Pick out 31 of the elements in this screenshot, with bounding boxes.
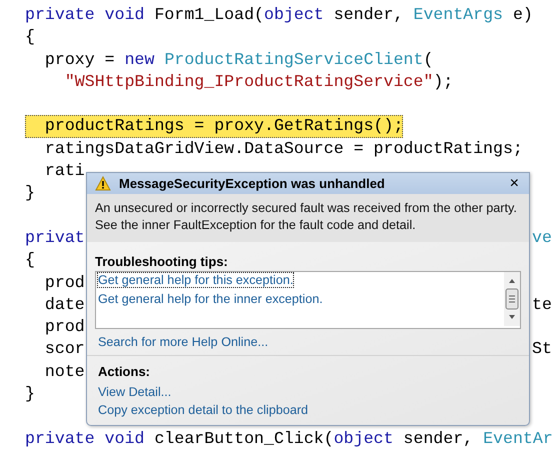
- code-line: proxy = new ProductRatingServiceClient(: [44, 48, 434, 71]
- action-link[interactable]: View Detail...: [98, 385, 172, 399]
- code-fragment: te: [532, 294, 552, 316]
- code-line: {: [25, 26, 35, 48]
- code-line: privat: [25, 226, 85, 249]
- close-button[interactable]: ×: [508, 174, 521, 192]
- code-line: {: [25, 249, 35, 272]
- search-help-link[interactable]: Search for more Help Online...: [98, 335, 268, 349]
- code-line: "WSHttpBinding_IProductRatingService");: [64, 70, 454, 93]
- scrollbar-drawing: [504, 272, 520, 326]
- action-link[interactable]: Copy exception detail to the clipboard: [98, 403, 308, 417]
- warning-icon: [95, 176, 111, 191]
- code-line: date: [44, 294, 85, 316]
- help-link[interactable]: Get general help for this exception.: [98, 273, 294, 287]
- exception-message: An unsecured or incorrectly secured fault was received from the other party. See the inner FaultException for the fault code and detail.: [95, 200, 518, 234]
- code-fragment: ve: [532, 226, 552, 249]
- help-link[interactable]: Get general help for the inner exception.: [98, 292, 323, 306]
- code-line: rati: [44, 160, 85, 182]
- code-line: prod: [44, 272, 85, 294]
- code-line: prod: [44, 316, 85, 338]
- code-line: private void Form1_Load(object sender, EventArgs e): [25, 4, 533, 26]
- tips-heading: Troubleshooting tips:: [95, 254, 229, 269]
- code-line: }: [25, 182, 35, 204]
- code-line: ratingsDataGridView.DataSource = productRatings;: [44, 138, 523, 160]
- code-line: note: [44, 360, 85, 383]
- code-fragment: St: [532, 338, 552, 360]
- code-line: scor: [44, 338, 85, 360]
- code-line: }: [25, 383, 35, 406]
- actions-heading: Actions:: [98, 364, 150, 379]
- popup-title: MessageSecurityException was unhandled: [119, 176, 386, 191]
- code-line: private void clearButton_Click(object sender, EventAr: [25, 428, 552, 450]
